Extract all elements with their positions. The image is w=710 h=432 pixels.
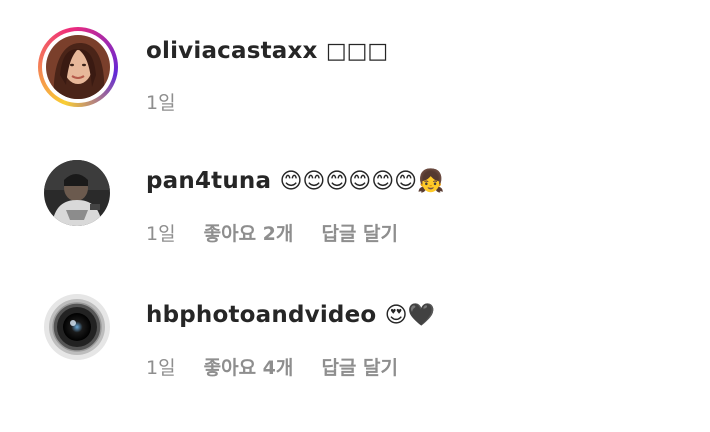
avatar[interactable] (44, 160, 110, 226)
timestamp[interactable]: 1일 (146, 223, 176, 245)
story-ring[interactable] (38, 27, 118, 107)
comment-item: hbphotoandvideo 😍🖤 1일 좋아요 4개 답글 달기 (0, 277, 710, 397)
timestamp[interactable]: 1일 (146, 92, 176, 114)
comment-header: oliviacastaxx □□□ (146, 38, 388, 64)
likes-count-link[interactable]: 좋아요 4개 (204, 357, 294, 379)
comment-header: hbphotoandvideo 😍🖤 (146, 302, 435, 328)
avatar[interactable] (44, 294, 110, 360)
username-link[interactable]: hbphotoandvideo (146, 302, 376, 328)
avatar-photo-icon (44, 160, 110, 226)
comment-item: oliviacastaxx □□□ 1일 (0, 10, 710, 130)
comment-meta: 1일 좋아요 4개 답글 달기 (146, 353, 420, 380)
reply-button[interactable]: 답글 달기 (321, 357, 398, 379)
comment-text: 😍🖤 (384, 303, 435, 328)
comment-text: 😊😊😊😊😊😊👧 (279, 169, 445, 194)
comment-meta: 1일 좋아요 2개 답글 달기 (146, 219, 420, 246)
comment-meta: 1일 (146, 88, 198, 115)
likes-count-link[interactable]: 좋아요 2개 (204, 223, 294, 245)
timestamp[interactable]: 1일 (146, 357, 176, 379)
camera-lens-icon (44, 294, 110, 360)
comment-item: pan4tuna 😊😊😊😊😊😊👧 1일 좋아요 2개 답글 달기 (0, 143, 710, 263)
avatar-photo-icon (46, 35, 110, 99)
avatar[interactable] (46, 35, 110, 99)
reply-button[interactable]: 답글 달기 (321, 223, 398, 245)
username-link[interactable]: pan4tuna (146, 168, 271, 194)
comment-header: pan4tuna 😊😊😊😊😊😊👧 (146, 168, 444, 194)
username-link[interactable]: oliviacastaxx (146, 38, 318, 64)
comment-text: □□□ (325, 39, 389, 64)
